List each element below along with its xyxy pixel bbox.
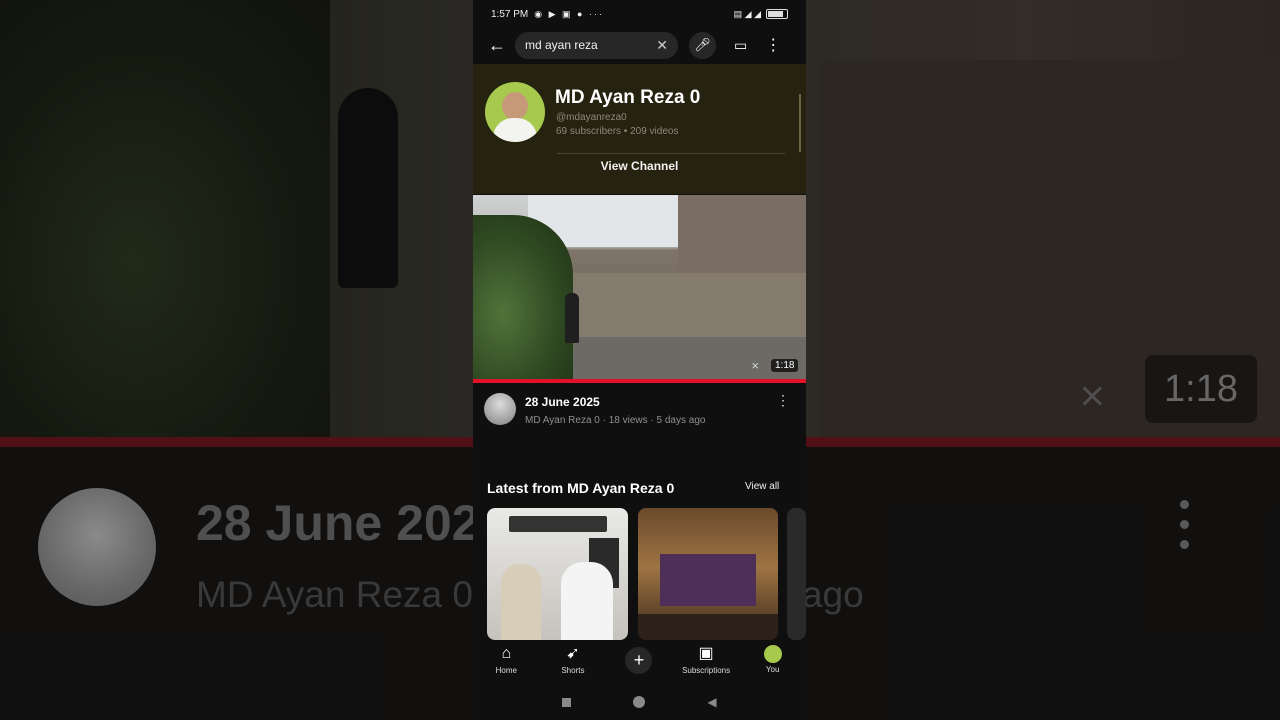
nav-label: Home (495, 666, 517, 675)
video-title[interactable]: 28 June 2025 (525, 395, 600, 409)
arrow-left-icon[interactable]: ← (479, 35, 515, 56)
video-meta: MD Ayan Reza 0 · 18 views · 5 days ago (525, 415, 706, 426)
card-accent-line (799, 94, 801, 152)
latest-video-thumbnail[interactable] (638, 508, 778, 640)
search-query: md ayan reza (525, 38, 598, 52)
uploader-avatar[interactable] (484, 393, 516, 425)
status-right: ▤ ◢ ◢ (734, 9, 788, 20)
system-nav: ◀ (473, 684, 806, 720)
cast-icon[interactable]: ▭ (734, 37, 747, 54)
more-vert-icon[interactable]: ⋮ (776, 392, 790, 409)
avatar-icon (763, 645, 782, 663)
bottom-nav: ⌂ Home ➹ Shorts + ▣ Subscriptions You (473, 640, 806, 682)
nav-label: You (765, 665, 780, 674)
channel-stats: 69 subscribers • 209 videos (556, 126, 679, 137)
video-info[interactable]: 28 June 2025 MD Ayan Reza 0 · 18 views ·… (473, 389, 806, 439)
more-vert-icon[interactable]: ⋮ (765, 35, 781, 55)
create-icon: + (625, 647, 653, 674)
phone-screen: 1:57 PM ◉ ▶ ▣ ● ··· ▤ ◢ ◢ ← md ayan reza… (473, 0, 806, 720)
subscriptions-icon: ▣ (698, 645, 714, 662)
duration-badge: 1:18 (771, 359, 799, 372)
search-input[interactable]: md ayan reza ✕ (515, 31, 678, 59)
latest-video-thumbnail[interactable] (787, 508, 806, 640)
channel-avatar[interactable] (485, 82, 545, 142)
nav-label: Subscriptions (682, 666, 731, 675)
notification-icons: ◉ ▶ ▣ ● ··· (534, 8, 604, 19)
mute-icon[interactable]: ⨯ (751, 361, 759, 372)
close-icon[interactable]: ✕ (656, 37, 668, 54)
view-all-button[interactable]: View all (745, 481, 779, 492)
latest-heading: Latest from MD Ayan Reza 0 (487, 480, 675, 496)
channel-card[interactable]: MD Ayan Reza 0 @mdayanreza0 69 subscribe… (473, 64, 806, 194)
nav-create[interactable]: + (609, 644, 669, 674)
signal-icons: ▤ ◢ ◢ (733, 8, 761, 19)
channel-handle: @mdayanreza0 (556, 112, 627, 123)
shorts-icon: ➹ (566, 645, 580, 662)
recents-icon[interactable] (562, 697, 572, 707)
nav-subscriptions[interactable]: ▣ Subscriptions (676, 644, 736, 675)
status-time: 1:57 PM (491, 8, 529, 20)
nav-you[interactable]: You (743, 644, 803, 674)
search-bar: ← md ayan reza ✕ 🎤︎ ▭ ⋮ (473, 28, 806, 62)
video-thumbnail[interactable]: ⨯ 1:18 (473, 195, 806, 379)
mic-icon[interactable]: 🎤︎ (689, 31, 716, 59)
home-icon: ⌂ (501, 645, 512, 662)
card-divider (557, 153, 785, 154)
nav-shorts[interactable]: ➹ Shorts (543, 644, 603, 675)
home-button-icon[interactable] (633, 696, 646, 708)
nav-label: Shorts (561, 666, 585, 675)
status-bar: 1:57 PM ◉ ▶ ▣ ● ··· ▤ ◢ ◢ (473, 0, 806, 28)
battery-icon (766, 9, 788, 19)
latest-video-thumbnail[interactable] (487, 508, 628, 640)
view-channel-button[interactable]: View Channel (473, 159, 806, 173)
channel-name[interactable]: MD Ayan Reza 0 (555, 87, 700, 109)
video-progress-bar[interactable] (473, 379, 806, 383)
back-triangle-icon[interactable]: ◀ (707, 695, 716, 709)
nav-home[interactable]: ⌂ Home (476, 644, 536, 675)
